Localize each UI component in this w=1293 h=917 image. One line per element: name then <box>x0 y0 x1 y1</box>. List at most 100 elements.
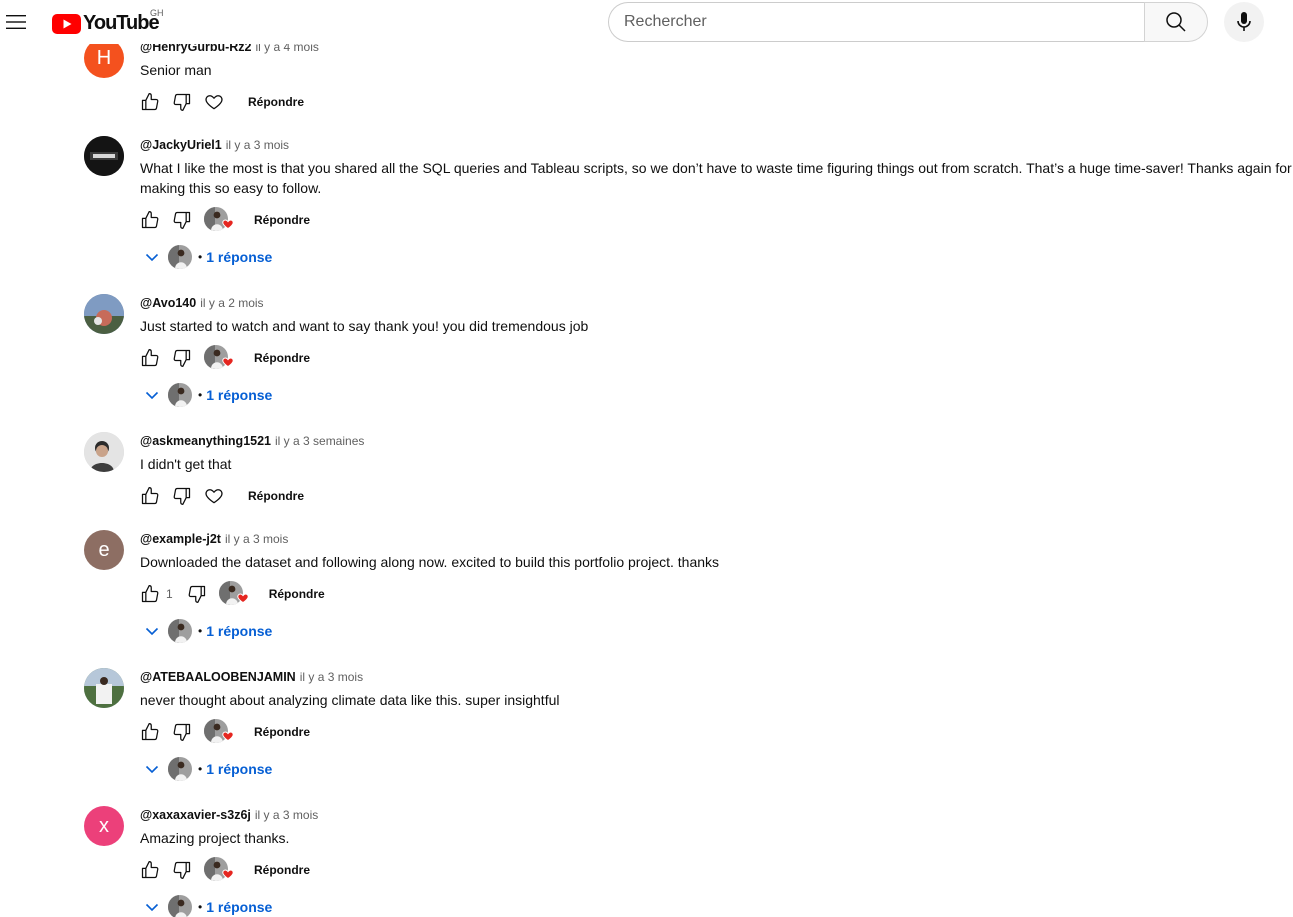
youtube-logo[interactable]: YouTube <box>52 12 160 35</box>
reply-button[interactable]: Répondre <box>269 587 325 601</box>
search-input[interactable] <box>624 13 1145 31</box>
like-button[interactable] <box>140 210 160 230</box>
author-avatar[interactable] <box>84 668 124 708</box>
dislike-button[interactable] <box>172 210 192 230</box>
reply-button[interactable]: Répondre <box>254 863 310 877</box>
replies-count[interactable]: 1 réponse <box>206 623 272 639</box>
comment-header: @Avo140 il y a 2 mois <box>140 294 264 312</box>
replies-count[interactable]: 1 réponse <box>206 899 272 915</box>
masthead: YouTube GH <box>0 0 1293 44</box>
author-avatar[interactable]: x <box>84 806 124 846</box>
comments-section: H @HenryGurbu-Rz2 il y a 4 mois Senior man R… <box>0 0 1293 917</box>
view-replies-button[interactable]: • 1 réponse <box>140 617 272 645</box>
view-replies-button[interactable]: • 1 réponse <box>140 381 272 409</box>
dislike-button[interactable] <box>172 348 192 368</box>
heart-button[interactable] <box>204 486 224 506</box>
country-code: GH <box>150 8 164 18</box>
replies-count[interactable]: 1 réponse <box>206 249 272 265</box>
comment-author[interactable]: @askmeanything1521 <box>140 434 271 448</box>
comment-timestamp[interactable]: il y a 3 mois <box>255 808 318 822</box>
comment-timestamp[interactable]: il y a 3 mois <box>300 670 363 684</box>
reply-button[interactable]: Répondre <box>254 213 310 227</box>
comment-timestamp[interactable]: il y a 3 mois <box>225 532 288 546</box>
heart-outline-icon <box>205 95 223 110</box>
creator-avatar <box>168 619 192 643</box>
red-heart-icon <box>222 731 234 742</box>
comment-actions: Répondre <box>140 719 310 744</box>
like-button[interactable] <box>140 486 160 506</box>
heart-outline-icon <box>205 489 223 504</box>
comment-text: never thought about analyzing climate da… <box>140 692 560 708</box>
thumbs-down-icon <box>173 211 191 229</box>
separator-dot: • <box>198 762 203 776</box>
logo-text: YouTube <box>83 12 160 34</box>
thumbs-down-icon <box>173 487 191 505</box>
comment-text: Senior man <box>140 62 212 78</box>
thumbs-up-icon <box>141 211 159 229</box>
reply-button[interactable]: Répondre <box>248 95 304 109</box>
author-avatar[interactable]: H <box>84 38 124 78</box>
red-heart-icon <box>222 869 234 880</box>
thumbs-up-icon <box>141 861 159 879</box>
comment-text: I didn't get that <box>140 456 232 472</box>
youtube-play-icon <box>52 13 81 34</box>
red-heart-icon <box>222 219 234 230</box>
comment-actions: Répondre <box>140 345 310 371</box>
author-avatar[interactable] <box>84 136 124 176</box>
creator-heart-badge <box>204 345 234 371</box>
comment-timestamp[interactable]: il y a 3 mois <box>226 138 289 152</box>
author-avatar[interactable]: e <box>84 530 124 570</box>
dislike-button[interactable] <box>172 860 192 880</box>
reply-button[interactable]: Répondre <box>248 489 304 503</box>
like-button[interactable] <box>140 92 160 112</box>
like-count: 1 <box>166 587 173 601</box>
comment-author[interactable]: @example-j2t <box>140 532 221 546</box>
replies-count[interactable]: 1 réponse <box>206 387 272 403</box>
voice-search-button[interactable] <box>1224 2 1264 42</box>
author-avatar[interactable] <box>84 432 124 472</box>
comment-actions: Répondre <box>140 484 304 508</box>
creator-avatar <box>168 757 192 781</box>
heart-button[interactable] <box>204 92 224 112</box>
separator-dot: • <box>198 250 203 264</box>
dislike-button[interactable] <box>187 584 207 604</box>
like-button[interactable] <box>140 584 160 604</box>
thumbs-up-icon <box>141 723 159 741</box>
dislike-button[interactable] <box>172 486 192 506</box>
comment-timestamp[interactable]: il y a 3 semaines <box>275 434 364 448</box>
separator-dot: • <box>198 900 203 914</box>
like-button[interactable] <box>140 722 160 742</box>
chevron-down-icon <box>140 895 164 917</box>
thumbs-up-icon <box>141 349 159 367</box>
chevron-down-icon <box>140 383 164 407</box>
separator-dot: • <box>198 624 203 638</box>
search-box[interactable] <box>608 2 1145 42</box>
creator-avatar <box>168 895 192 917</box>
view-replies-button[interactable]: • 1 réponse <box>140 243 272 271</box>
comment-author[interactable]: @Avo140 <box>140 296 196 310</box>
comment-text: Amazing project thanks. <box>140 830 290 846</box>
thumbs-down-icon <box>188 585 205 603</box>
chevron-down-icon <box>140 245 164 269</box>
view-replies-button[interactable]: • 1 réponse <box>140 893 272 917</box>
comment-author[interactable]: @ATEBAALOOBENJAMIN <box>140 670 296 684</box>
search-button[interactable] <box>1144 2 1208 42</box>
dislike-button[interactable] <box>172 92 192 112</box>
menu-button[interactable] <box>4 10 28 34</box>
creator-avatar <box>168 245 192 269</box>
view-replies-button[interactable]: • 1 réponse <box>140 755 272 783</box>
chevron-down-icon <box>140 619 164 643</box>
reply-button[interactable]: Répondre <box>254 351 310 365</box>
comment-author[interactable]: @xaxaxavier-s3z6j <box>140 808 251 822</box>
creator-heart-badge <box>218 581 249 607</box>
comment-author[interactable]: @JackyUriel1 <box>140 138 222 152</box>
reply-button[interactable]: Répondre <box>254 725 310 739</box>
thumbs-down-icon <box>173 861 191 879</box>
like-button[interactable] <box>140 348 160 368</box>
dislike-button[interactable] <box>172 722 192 742</box>
comment-actions: Répondre <box>140 207 310 232</box>
like-button[interactable] <box>140 860 160 880</box>
author-avatar[interactable] <box>84 294 124 334</box>
comment-timestamp[interactable]: il y a 2 mois <box>200 296 263 310</box>
replies-count[interactable]: 1 réponse <box>206 761 272 777</box>
